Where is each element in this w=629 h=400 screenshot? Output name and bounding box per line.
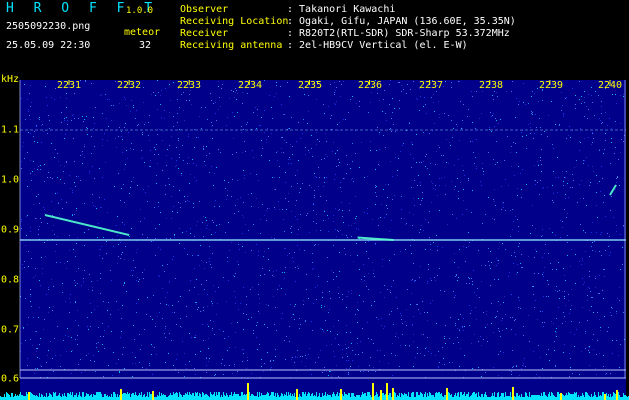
y-tick-label: 1.0 <box>1 174 20 186</box>
spectrogram-chart <box>0 80 629 400</box>
x-tick-label: 2233 <box>176 80 202 91</box>
x-tick-label: 2234 <box>237 80 263 91</box>
x-tick-label: 2238 <box>478 80 504 91</box>
x-tick-label: 2235 <box>297 80 323 91</box>
x-tick-label: 2237 <box>418 80 444 91</box>
y-tick-label: 1.1 <box>1 124 20 136</box>
x-tick-label: 2231 <box>56 80 82 91</box>
y-tick-label: 0.6 <box>1 373 20 385</box>
x-tick-label: 2232 <box>116 80 142 91</box>
hroft-window: H R O F F T 1.0.0 2505092230.png meteor … <box>0 0 629 400</box>
x-tick-label: 2236 <box>357 80 383 91</box>
x-tick-label: 2239 <box>538 80 564 91</box>
y-axis-unit: kHz <box>1 74 20 85</box>
x-tick-label: 2240 <box>597 80 623 91</box>
y-tick-label: 0.7 <box>1 324 20 336</box>
y-tick-label: 0.8 <box>1 274 20 286</box>
y-tick-label: 0.9 <box>1 224 20 236</box>
